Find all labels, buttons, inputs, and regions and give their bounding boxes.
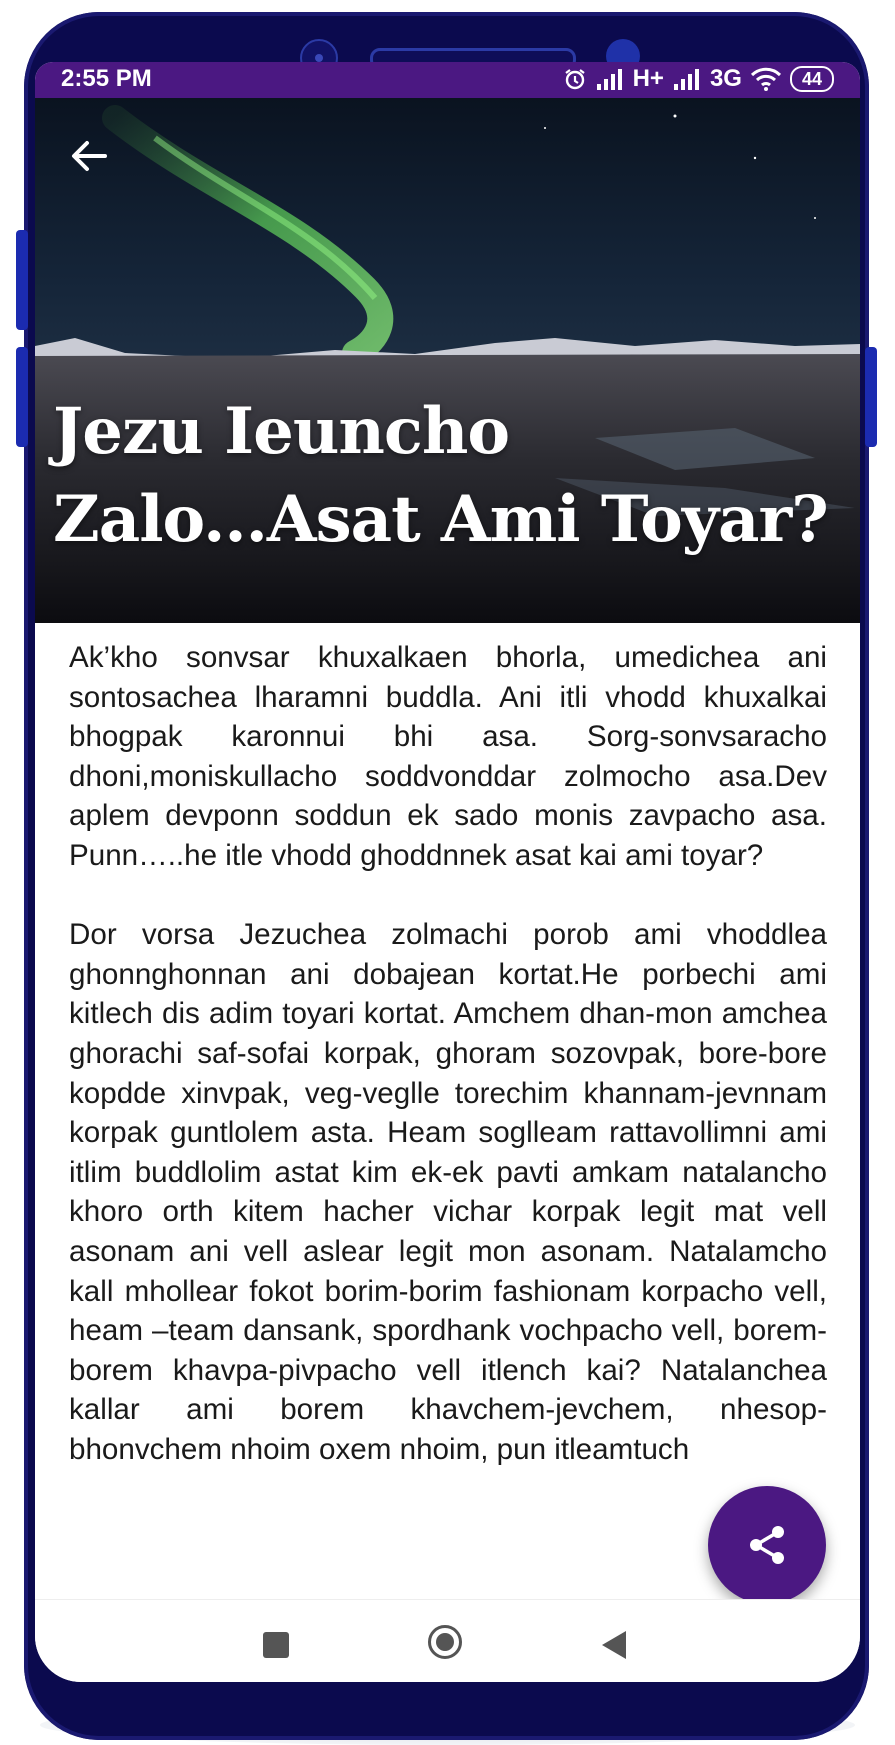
power-button-left (16, 347, 28, 447)
arrow-left-icon (72, 141, 107, 171)
power-button-right (865, 347, 877, 447)
network-type-2: 3G (709, 65, 742, 92)
system-navigation-bar (35, 1599, 860, 1682)
alarm-icon (563, 67, 587, 91)
system-back-button[interactable] (602, 1631, 626, 1659)
signal-icon (595, 68, 625, 90)
article-title: Jezu Ieuncho Zalo...Asat Ami Toyar? (53, 394, 829, 557)
network-type-1: H+ (632, 65, 664, 92)
volume-button (16, 230, 28, 330)
header-image: Jezu Ieuncho Zalo...Asat Ami Toyar? (35, 98, 860, 623)
status-time: 2:55 PM (61, 65, 152, 92)
recent-apps-button[interactable] (263, 1632, 289, 1658)
article-body: Ak’kho sonvsar khuxalkaen bhorla, umedic… (69, 638, 827, 1509)
phone-screen: 2:55 PM H+ 3G 44 Jezu Ieuncho Zalo...Asa… (35, 62, 860, 1682)
share-icon (750, 1526, 784, 1564)
article-paragraph: Dor vorsa Jezuchea zolmachi porob ami vh… (69, 918, 827, 1466)
battery-indicator: 44 (789, 66, 834, 92)
home-button[interactable] (428, 1625, 462, 1659)
back-button[interactable] (63, 130, 115, 182)
article-paragraph: Ak’kho sonvsar khuxalkaen bhorla, umedic… (69, 641, 827, 872)
signal-icon-2 (672, 68, 702, 90)
status-icons: H+ 3G 44 (563, 65, 834, 93)
status-bar: 2:55 PM H+ 3G 44 (35, 62, 860, 98)
share-button[interactable] (708, 1486, 826, 1604)
wifi-icon (750, 67, 782, 91)
